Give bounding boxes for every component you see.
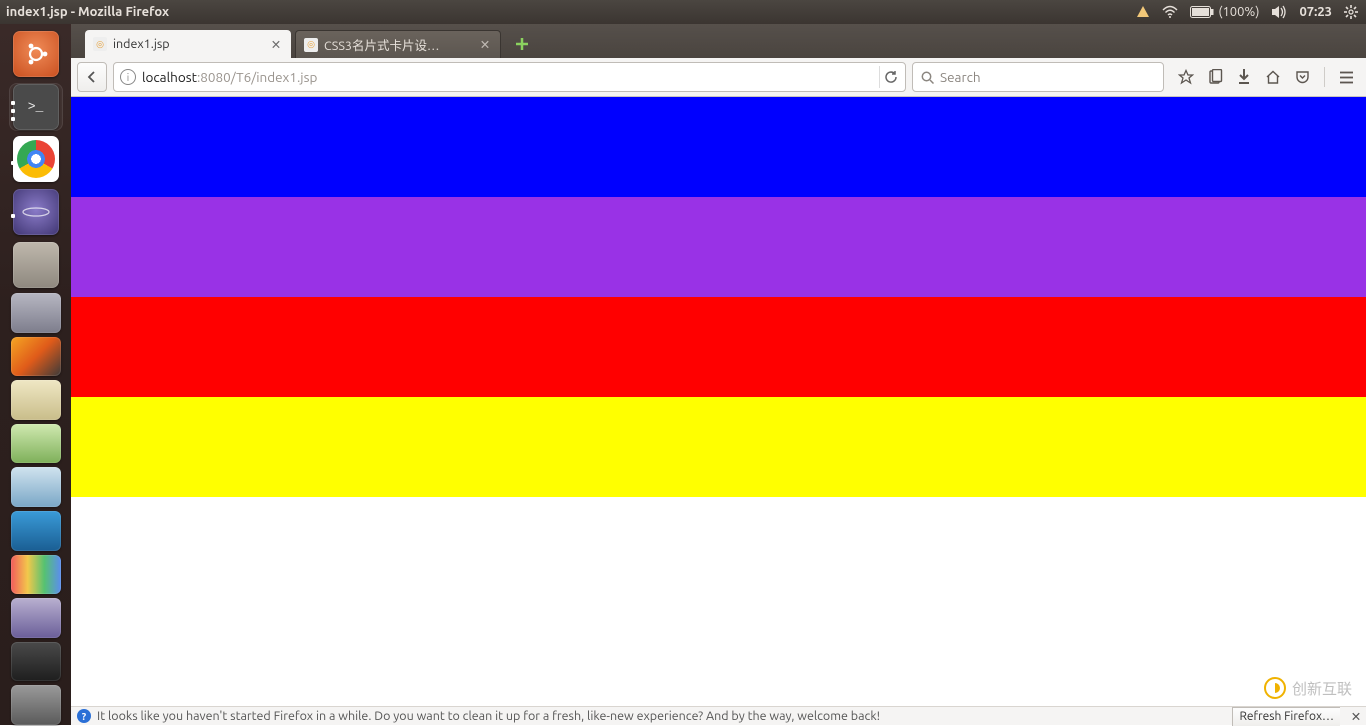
launcher-app-4[interactable] [11, 424, 61, 464]
launcher-app-3[interactable] [11, 380, 61, 420]
content-stripe [71, 297, 1366, 397]
info-icon: ? [77, 709, 91, 723]
close-infobar-icon[interactable]: ✕ [1346, 709, 1366, 724]
new-tab-button[interactable] [511, 33, 533, 55]
launcher-app-6[interactable] [11, 511, 61, 551]
window-title: index1.jsp - Mozilla Firefox [6, 5, 169, 19]
content-stripe [71, 97, 1366, 197]
launcher-app-7[interactable] [11, 555, 61, 595]
close-tab-icon[interactable]: ✕ [269, 37, 283, 51]
launcher-app-8[interactable] [11, 598, 61, 638]
sound-icon[interactable] [1271, 5, 1287, 19]
launcher-terminal[interactable]: >_ [9, 83, 63, 132]
battery-text: (100%) [1218, 5, 1259, 19]
library-icon[interactable] [1208, 69, 1223, 85]
downloads-icon[interactable] [1237, 69, 1251, 85]
updates-icon[interactable] [1136, 5, 1150, 19]
address-bar[interactable]: i localhost:8080/T6/index1.jsp [113, 62, 906, 92]
wifi-icon[interactable] [1162, 5, 1178, 19]
search-box[interactable] [912, 62, 1164, 92]
toolbar-icons [1170, 67, 1360, 87]
settings-gear-icon[interactable] [1344, 5, 1358, 19]
firefox-info-bar: ? It looks like you haven't started Fire… [71, 706, 1366, 725]
browser-tab-active[interactable]: ◎ index1.jsp ✕ [85, 30, 291, 58]
launcher-app-2[interactable] [11, 337, 61, 377]
launcher-app-10[interactable] [11, 685, 61, 725]
info-message: It looks like you haven't started Firefo… [97, 709, 880, 723]
browser-toolbar: i localhost:8080/T6/index1.jsp [71, 58, 1366, 97]
unity-launcher: >_ [0, 24, 71, 725]
launcher-app-1[interactable] [11, 293, 61, 333]
launcher-eclipse[interactable] [9, 188, 63, 237]
tab-label: CSS3名片式卡片设… [324, 35, 439, 54]
launcher-app-5[interactable] [11, 467, 61, 507]
toolbar-separator [1324, 67, 1325, 87]
clock[interactable]: 07:23 [1299, 5, 1332, 19]
system-indicators: (100%) 07:23 [1136, 5, 1358, 19]
home-icon[interactable] [1265, 70, 1281, 85]
battery-indicator[interactable]: (100%) [1190, 5, 1259, 19]
page-viewport [71, 97, 1366, 706]
refresh-firefox-button[interactable]: Refresh Firefox… [1232, 707, 1340, 726]
content-stripe [71, 397, 1366, 497]
favicon-icon: ◎ [93, 37, 107, 51]
search-input[interactable] [940, 69, 1155, 85]
content-stripe [71, 197, 1366, 297]
browser-tab-inactive[interactable]: ◎ CSS3名片式卡片设… ✕ [295, 30, 501, 58]
menu-icon[interactable] [1339, 71, 1354, 84]
launcher-files[interactable] [9, 240, 63, 289]
site-info-icon[interactable]: i [120, 69, 136, 85]
close-tab-icon[interactable]: ✕ [478, 38, 492, 52]
launcher-dash[interactable] [9, 30, 63, 79]
url-text: localhost:8080/T6/index1.jsp [142, 69, 873, 85]
bookmark-star-icon[interactable] [1178, 69, 1194, 85]
search-icon [921, 71, 934, 84]
favicon-icon: ◎ [304, 38, 318, 52]
tab-label: index1.jsp [113, 37, 170, 51]
os-top-bar: index1.jsp - Mozilla Firefox (100%) 07:2… [0, 0, 1366, 24]
launcher-chrome[interactable] [9, 135, 63, 184]
pocket-icon[interactable] [1295, 70, 1310, 85]
browser-tab-strip: ◎ index1.jsp ✕ ◎ CSS3名片式卡片设… ✕ [71, 24, 1366, 58]
launcher-app-9[interactable] [11, 642, 61, 682]
reload-icon[interactable] [879, 66, 901, 88]
back-button[interactable] [77, 62, 107, 92]
